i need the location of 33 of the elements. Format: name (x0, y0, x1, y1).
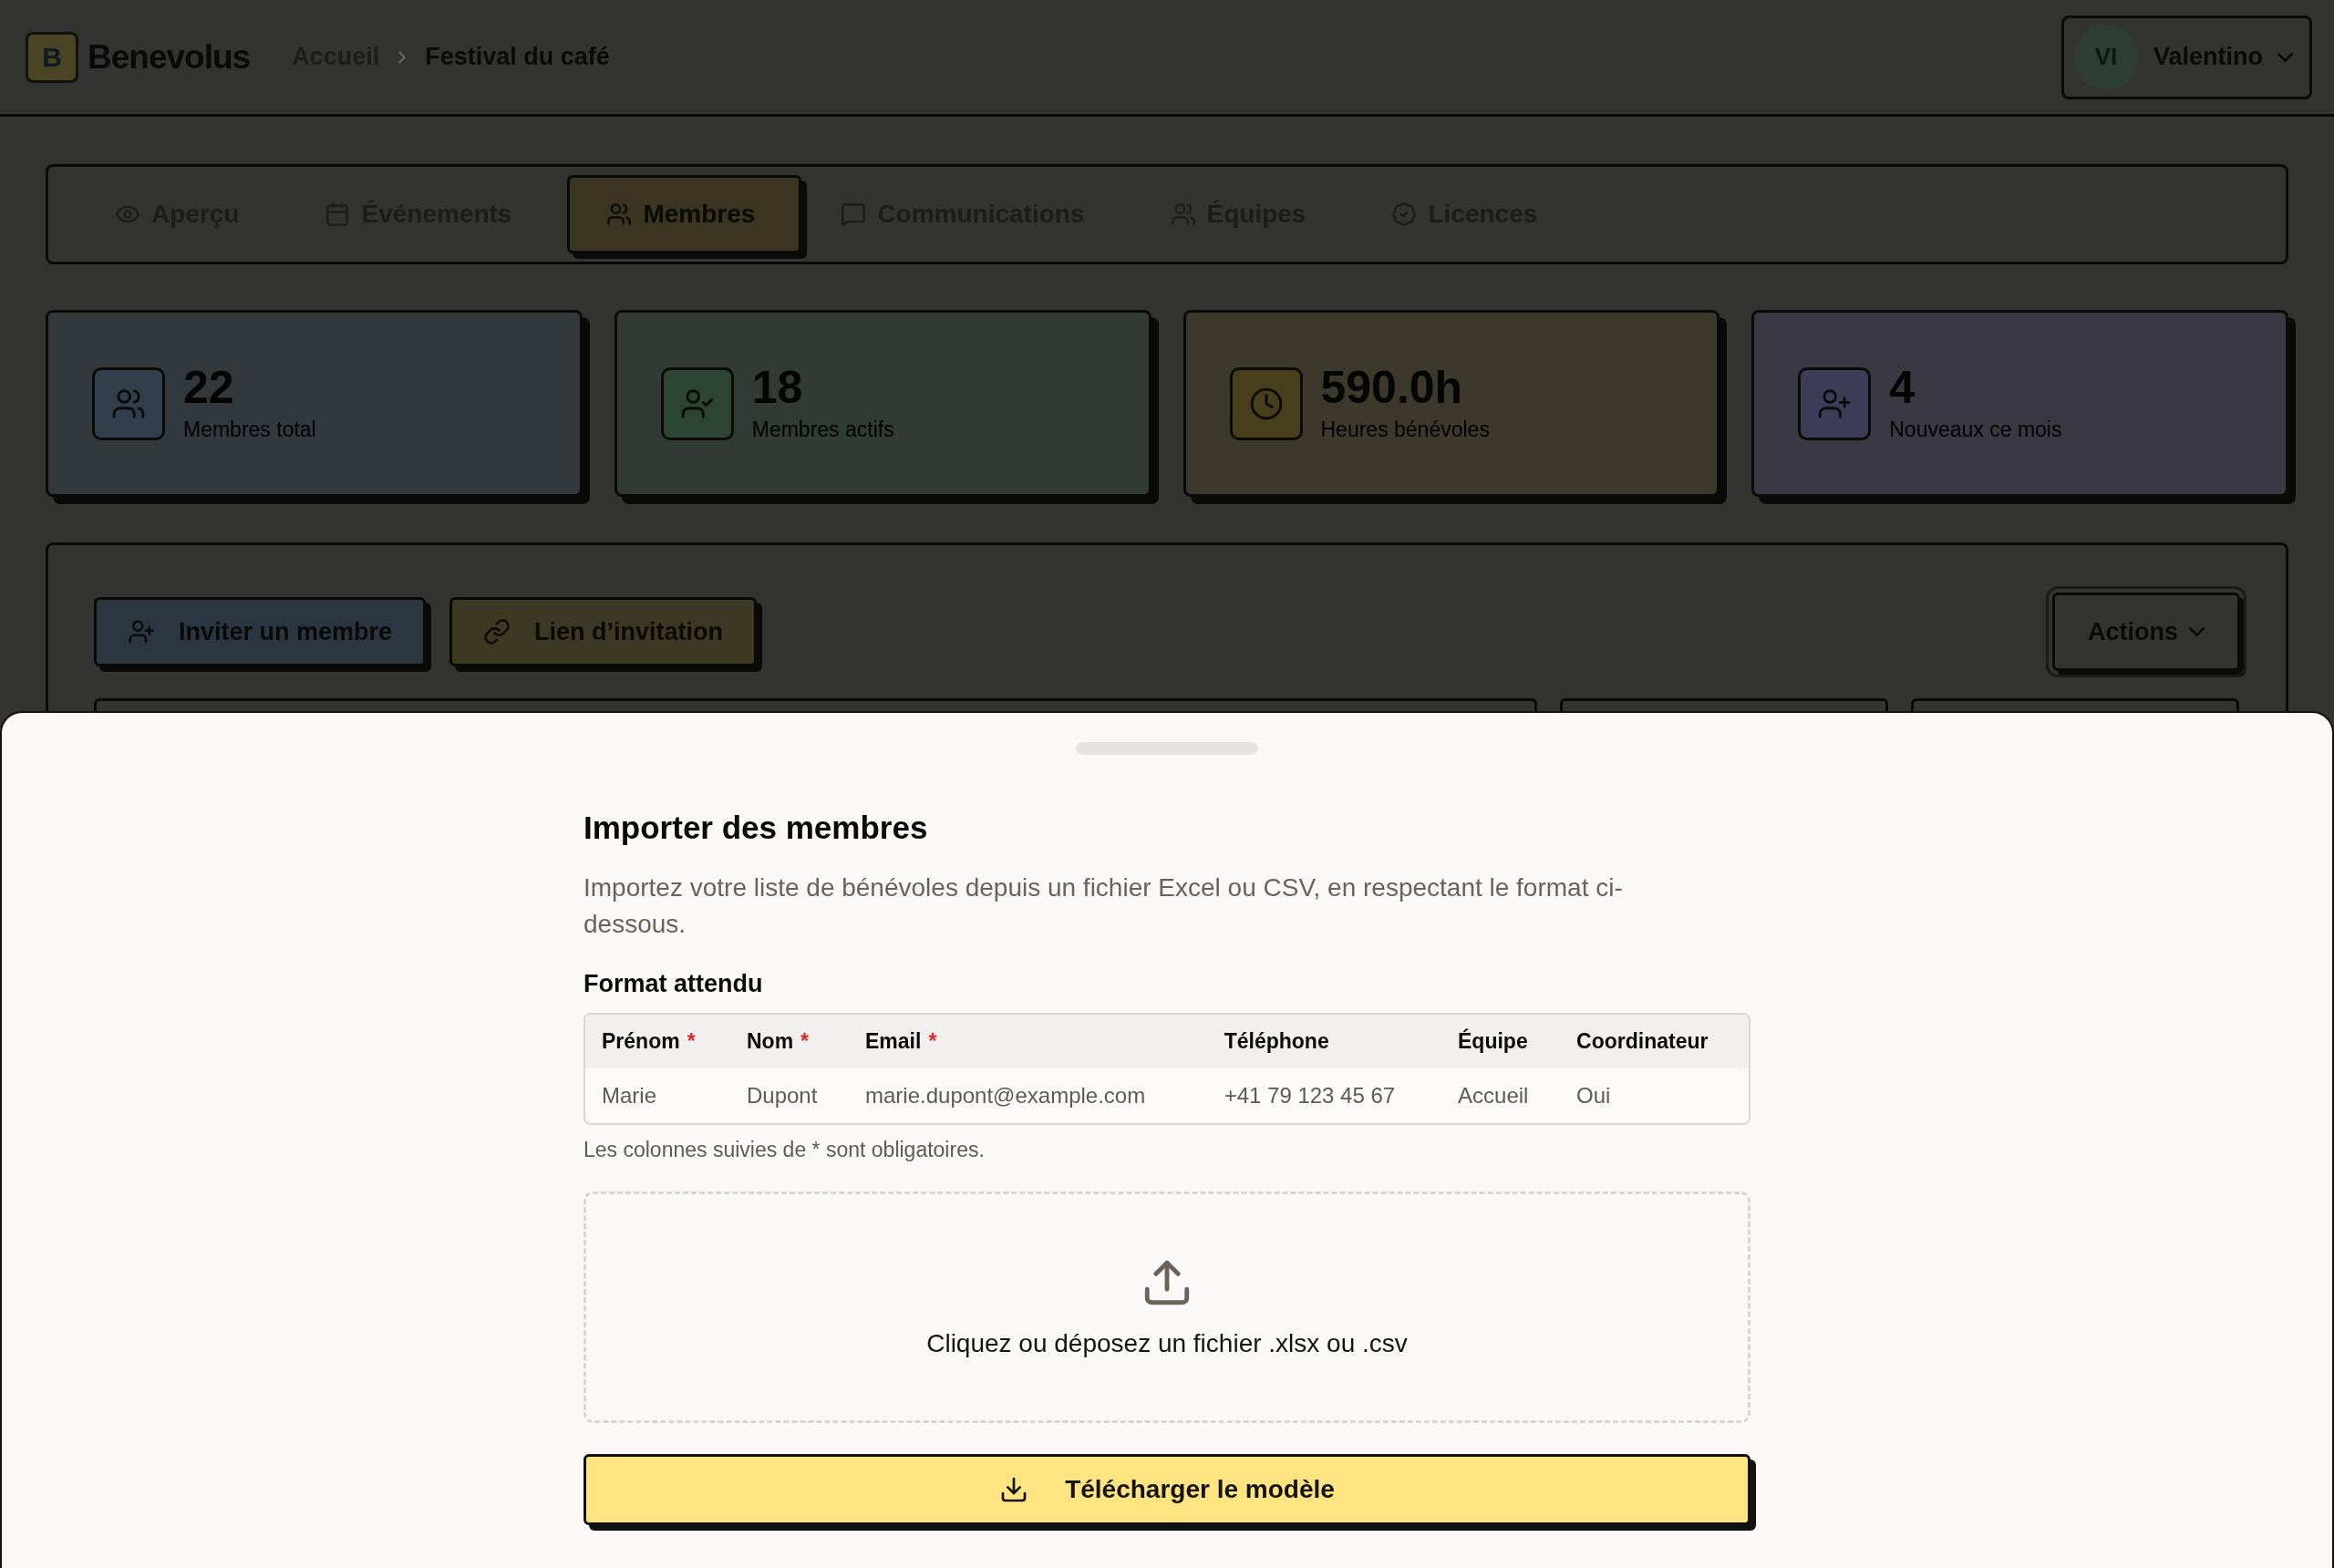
stat-label: Nouveaux ce mois (1889, 418, 2062, 442)
required-note: Les colonnes suivies de * sont obligatoires. (584, 1138, 986, 1162)
stat-label: Membres total (183, 418, 316, 442)
chevron-down-icon (2189, 627, 2205, 636)
column-header: Nom * (729, 1015, 850, 1068)
column-header: Email * (849, 1015, 1208, 1068)
users-icon (1170, 201, 1196, 227)
column-header: Téléphone (1207, 1015, 1442, 1068)
stat-value: 22 (183, 365, 235, 410)
column-header: Coordinateur (1560, 1015, 1749, 1068)
dropzone-text: Cliquez ou déposez un fichier .xlsx ou .csv (926, 1329, 1408, 1358)
user-plus-icon (128, 618, 155, 645)
stat-label: Membres actifs (751, 418, 894, 442)
user-plus-icon (1798, 366, 1872, 440)
column-header: Prénom * (585, 1015, 730, 1068)
section-heading: Format attendu (584, 970, 764, 998)
link-icon (483, 618, 511, 645)
stat-label: Heures bénévoles (1320, 418, 1490, 442)
users-icon (606, 201, 633, 227)
column-header: Équipe (1441, 1015, 1561, 1068)
stat-value: 590.0h (1320, 365, 1464, 410)
chevron-down-icon (2277, 52, 2293, 62)
clock-icon (1229, 366, 1303, 440)
users-icon (92, 366, 165, 440)
chat-bubble-icon (841, 201, 867, 227)
user-check-icon (660, 366, 734, 440)
stat-value: 4 (1889, 365, 1916, 410)
sheet-description: Importez votre liste de bénévoles depuis un fichier Excel ou CSV, en respectant le format ci-dessous. (584, 872, 1624, 940)
badge-check-icon (1391, 201, 1418, 227)
file-dropzone[interactable]: Cliquez ou déposez un fichier .xlsx ou .csv (584, 1191, 1750, 1423)
sheet-title: Importer des membres (584, 810, 929, 846)
logo-icon: B (26, 31, 78, 83)
calendar-icon (325, 201, 351, 227)
